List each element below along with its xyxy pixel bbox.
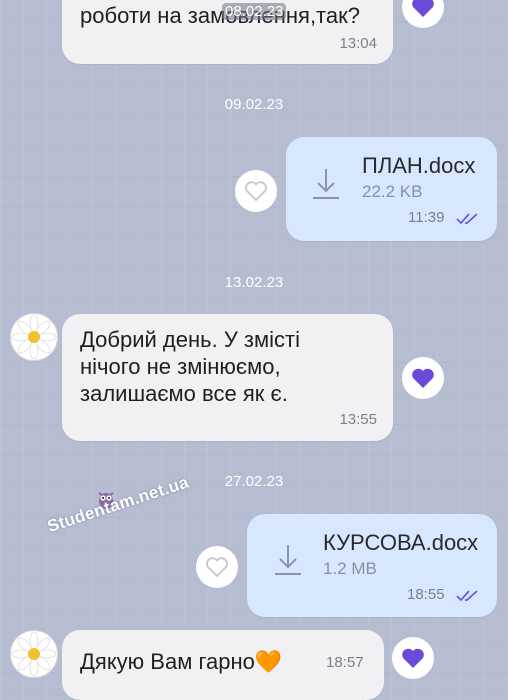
message-bubble-incoming[interactable]: Добрий день. У змісті нічого не змінюємо… — [62, 314, 393, 441]
message-bubble-incoming[interactable]: Дякую Вам гарно🧡 18:57 — [62, 630, 384, 700]
date-separator: 27.02.23 — [224, 473, 284, 490]
message-text: Добрий день. У змісті нічого не змінюємо… — [80, 327, 300, 406]
message-time: 18:57 — [326, 654, 364, 671]
like-button[interactable] — [402, 0, 444, 28]
message-text: Дякую Вам гарно🧡 — [80, 648, 282, 675]
like-button[interactable] — [196, 546, 238, 588]
file-message-outgoing[interactable]: ПЛАН.docx 22.2 KB 11:39 — [286, 137, 497, 241]
message-time: 18:55 — [407, 586, 445, 603]
download-icon[interactable] — [272, 541, 304, 577]
heart-filled-icon — [412, 0, 434, 17]
heart-outline-icon — [245, 181, 267, 202]
heart-filled-icon — [402, 648, 424, 668]
heart-outline-icon — [206, 557, 228, 578]
file-name[interactable]: КУРСОВА.docx — [323, 530, 478, 556]
file-size: 1.2 MB — [323, 559, 377, 578]
file-name[interactable]: ПЛАН.docx — [362, 153, 475, 179]
like-button[interactable] — [402, 357, 444, 399]
daisy-avatar-icon[interactable] — [10, 630, 58, 678]
double-check-icon — [456, 590, 478, 602]
floating-date-label: 08.02.23 — [222, 3, 287, 20]
orange-heart-emoji: 🧡 — [254, 649, 283, 674]
message-time: 13:55 — [339, 411, 377, 428]
heart-filled-icon — [412, 368, 434, 388]
message-text-content: Дякую Вам гарно — [80, 649, 255, 674]
message-time: 13:04 — [339, 35, 377, 52]
daisy-avatar-icon[interactable] — [10, 313, 58, 361]
message-text: роботи на замовлення,так? — [80, 3, 360, 28]
file-message-outgoing[interactable]: КУРСОВА.docx 1.2 MB 18:55 — [247, 514, 497, 617]
double-check-icon — [456, 213, 478, 225]
file-size: 22.2 KB — [362, 182, 423, 201]
like-button[interactable] — [235, 170, 277, 212]
date-separator: 13.02.23 — [224, 274, 284, 291]
message-time: 11:39 — [408, 209, 445, 226]
date-separator: 09.02.23 — [224, 96, 284, 113]
download-icon[interactable] — [310, 165, 342, 201]
